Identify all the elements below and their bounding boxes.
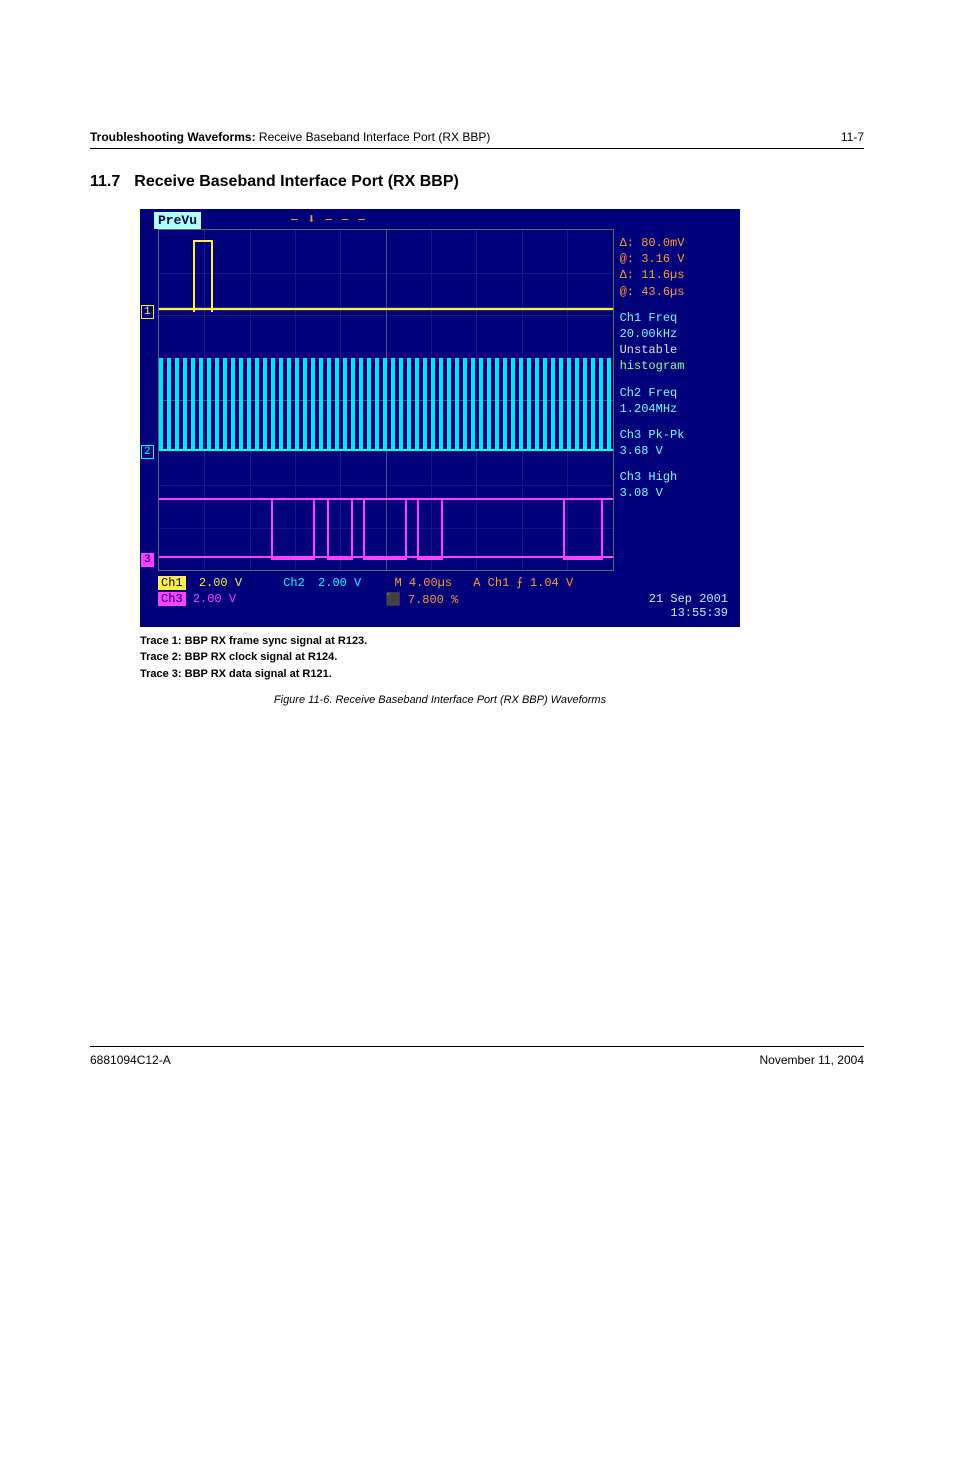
trace-2-clock [159,358,613,450]
scope-readout-panel: Δ: 80.0mV @: 3.16 V Δ: 11.6µs @: 43.6µs … [614,229,740,571]
ch2-label: Ch2 [283,576,305,590]
channel-indicator-gutter: 1 2 3 [140,229,158,571]
scope-time: 13:55:39 [608,606,728,620]
trigger-position: ⬛ 7.800 % [236,592,608,621]
header-title-rest: Receive Baseband Interface Port (RX BBP) [256,130,491,144]
trace-3-pulse [563,498,603,560]
ch1-ground-marker: 1 [141,305,154,319]
cursor-at-t: @: 43.6µs [620,284,738,300]
scope-bottom-readout: Ch1 2.00 V Ch2 2.00 V M 4.00µs A Ch1 ⨍ 1… [140,571,740,627]
meas-ch3-pkpk-label: Ch3 Pk-Pk [620,427,738,443]
ch1-label-box: Ch1 [158,576,186,590]
trigger-readout: A Ch1 ⨍ 1.04 V [473,576,573,590]
scope-top-bar: PreVu ⎯⬇⎯⎯⎯ [140,209,740,229]
footer-date: November 11, 2004 [759,1053,864,1067]
header-title-bold: Troubleshooting Waveforms: [90,130,256,144]
trace-legend: Trace 1: BBP RX frame sync signal at R12… [140,633,864,683]
cursor-delta-t: Δ: 11.6µs [620,267,738,283]
trace-1-frame-sync [159,308,613,310]
cursor-at-v: @: 3.16 V [620,251,738,267]
meas-ch3-high-label: Ch3 High [620,469,738,485]
section-heading: 11.7 Receive Baseband Interface Port (RX … [90,173,864,191]
meas-ch3-high-value: 3.08 V [620,485,738,501]
ch3-scale: 2.00 V [193,592,236,606]
figure-caption: Figure 11-6. Receive Baseband Interface … [140,694,740,706]
legend-trace-3: Trace 3: BBP RX data signal at R121. [140,666,864,683]
meas-ch2-freq-value: 1.204MHz [620,401,738,417]
meas-ch1-note2: histogram [620,358,738,374]
ch2-ground-marker: 2 [141,445,154,459]
ch1-scale: 2.00 V [199,576,242,590]
running-header: Troubleshooting Waveforms: Receive Baseb… [90,130,864,149]
section-title-text: Receive Baseband Interface Port (RX BBP) [134,173,459,190]
footer-doc-number: 6881094C12-A [90,1053,171,1067]
waveform-graticule [158,229,614,571]
legend-trace-2: Trace 2: BBP RX clock signal at R124. [140,649,864,666]
ch3-ground-marker: 3 [141,553,154,567]
scope-date: 21 Sep 2001 [608,592,728,606]
meas-ch1-freq-label: Ch1 Freq [620,310,738,326]
section-number: 11.7 [90,173,120,190]
timebase: M 4.00µs [394,576,452,590]
meas-ch2-freq-label: Ch2 Freq [620,385,738,401]
meas-ch3-pkpk-value: 3.68 V [620,443,738,459]
trace-3-pulse [363,498,407,560]
legend-trace-1: Trace 1: BBP RX frame sync signal at R12… [140,633,864,650]
meas-ch1-freq-value: 20.00kHz [620,326,738,342]
header-page-number: 11-7 [841,130,864,144]
trace-1-pulse [193,240,213,312]
trace-3-pulse [327,498,353,560]
meas-ch1-note1: Unstable [620,342,738,358]
trigger-time-marker: ⎯⬇⎯⎯⎯ [291,212,375,227]
oscilloscope-screenshot: PreVu ⎯⬇⎯⎯⎯ 1 2 3 [140,209,740,627]
ch3-label-box: Ch3 [158,592,186,606]
trace-2-baseline [159,449,613,451]
acquisition-mode-badge: PreVu [154,212,201,229]
trace-3-pulse [271,498,315,560]
cursor-delta-v: Δ: 80.0mV [620,235,738,251]
page-footer: 6881094C12-A November 11, 2004 [90,1046,864,1067]
header-title: Troubleshooting Waveforms: Receive Baseb… [90,130,490,144]
ch2-scale: 2.00 V [318,576,361,590]
trace-3-pulse [417,498,443,560]
